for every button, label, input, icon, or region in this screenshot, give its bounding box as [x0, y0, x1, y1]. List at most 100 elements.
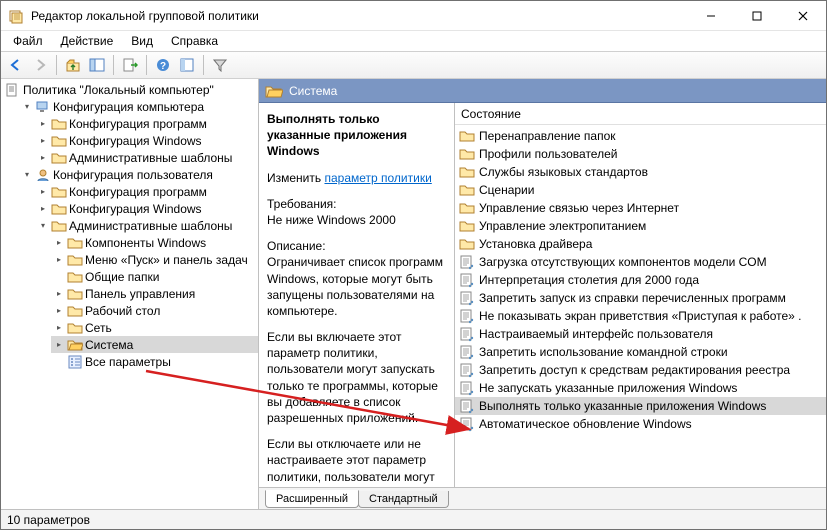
expander-icon[interactable]: ▸	[53, 305, 65, 317]
help-button[interactable]: ?	[152, 54, 174, 76]
list-item[interactable]: Службы языковых стандартов	[455, 163, 826, 181]
tree-user-admin[interactable]: ▾Административные шаблоны	[35, 217, 258, 234]
setting-icon	[459, 380, 475, 396]
menu-view[interactable]: Вид	[123, 32, 161, 50]
list-item-label: Интерпретация столетия для 2000 года	[479, 273, 699, 287]
expander-icon[interactable]: ▸	[37, 118, 49, 130]
expander-icon[interactable]: ▸	[37, 135, 49, 147]
tree-comp-admin[interactable]: ▸ Административные шаблоны	[35, 149, 258, 166]
setting-icon	[459, 326, 475, 342]
list-item[interactable]: Запретить использование командной строки	[455, 343, 826, 361]
list-item[interactable]: Управление связью через Интернет	[455, 199, 826, 217]
tree-comp-programs[interactable]: ▸ Конфигурация программ	[35, 115, 258, 132]
tree-label: Сеть	[85, 321, 112, 335]
tab-extended[interactable]: Расширенный	[265, 490, 359, 508]
tree-label: Конфигурация Windows	[69, 202, 202, 216]
expander-icon[interactable]: ▾	[37, 220, 49, 232]
export-button[interactable]	[119, 54, 141, 76]
list-item[interactable]: Не запускать указанные приложения Window…	[455, 379, 826, 397]
minimize-button[interactable]	[688, 1, 734, 31]
tree-shared-folders[interactable]: Общие папки	[51, 268, 258, 285]
options-button[interactable]	[176, 54, 198, 76]
filter-button[interactable]	[209, 54, 231, 76]
tree-user-windows[interactable]: ▸ Конфигурация Windows	[35, 200, 258, 217]
folder-icon	[51, 116, 67, 132]
list-item[interactable]: Запретить запуск из справки перечисленны…	[455, 289, 826, 307]
tree-label: Административные шаблоны	[69, 151, 232, 165]
description-pane: Выполнять только указанные приложения Wi…	[259, 103, 455, 487]
tree-network[interactable]: ▸ Сеть	[51, 319, 258, 336]
list-item[interactable]: Сценарии	[455, 181, 826, 199]
tree-computer-configuration[interactable]: ▾ Конфигурация компьютера	[19, 98, 258, 115]
folder-icon	[67, 252, 83, 268]
expander-icon[interactable]: ▾	[21, 169, 33, 181]
tree-label: Система	[85, 338, 133, 352]
list-item[interactable]: Профили пользователей	[455, 145, 826, 163]
menu-action[interactable]: Действие	[53, 32, 122, 50]
back-button[interactable]	[5, 54, 27, 76]
content-pane: Система Выполнять только указанные прило…	[259, 79, 826, 509]
settings-list-icon	[67, 354, 83, 370]
folder-icon	[459, 182, 475, 198]
expander-icon[interactable]: ▸	[53, 254, 65, 266]
list-item-label: Выполнять только указанные приложения Wi…	[479, 399, 766, 413]
tree-desktop[interactable]: ▸Рабочий стол	[51, 302, 258, 319]
tree-all-settings[interactable]: Все параметры	[51, 353, 258, 370]
tree-label: Конфигурация программ	[69, 185, 207, 199]
folder-icon	[67, 235, 83, 251]
expander-icon[interactable]: ▸	[37, 203, 49, 215]
policy-title: Выполнять только указанные приложения Wi…	[267, 111, 444, 160]
description-label: Описание:	[267, 238, 444, 254]
expander-icon[interactable]: ▾	[21, 101, 33, 113]
tree-pane[interactable]: Политика "Локальный компьютер" ▾ Конфигу…	[1, 79, 259, 509]
expander-icon[interactable]: ▸	[37, 152, 49, 164]
list-pane[interactable]: Состояние Перенаправление папокПрофили п…	[455, 103, 826, 487]
list-item[interactable]: Управление электропитанием	[455, 217, 826, 235]
show-hide-tree-button[interactable]	[86, 54, 108, 76]
forward-button[interactable]	[29, 54, 51, 76]
list-item[interactable]: Настраиваемый интерфейс пользователя	[455, 325, 826, 343]
list-item[interactable]: Запретить доступ к средствам редактирова…	[455, 361, 826, 379]
status-bar: 10 параметров	[1, 509, 826, 529]
expander-icon[interactable]: ▸	[53, 237, 65, 249]
tree-label: Панель управления	[85, 287, 195, 301]
toolbar: ?	[1, 51, 826, 79]
maximize-button[interactable]	[734, 1, 780, 31]
expander-icon[interactable]: ▸	[53, 339, 65, 351]
folder-icon	[51, 133, 67, 149]
list-item[interactable]: Перенаправление папок	[455, 127, 826, 145]
list-item[interactable]: Автоматическое обновление Windows	[455, 415, 826, 433]
edit-policy-link[interactable]: параметр политики	[324, 171, 431, 185]
list-item[interactable]: Установка драйвера	[455, 235, 826, 253]
tree-control-panel[interactable]: ▸ Панель управления	[51, 285, 258, 302]
view-tabs: Расширенный Стандартный	[259, 487, 826, 509]
close-button[interactable]	[780, 1, 826, 31]
list-item[interactable]: Выполнять только указанные приложения Wi…	[455, 397, 826, 415]
tree-comp-windows[interactable]: ▸Конфигурация Windows	[35, 132, 258, 149]
edit-line: Изменить параметр политики	[267, 170, 444, 186]
folder-icon	[459, 164, 475, 180]
tree-root[interactable]: Политика "Локальный компьютер"	[3, 81, 258, 98]
up-button[interactable]	[62, 54, 84, 76]
folder-icon	[67, 303, 83, 319]
expander-icon[interactable]: ▸	[53, 322, 65, 334]
list-header-state[interactable]: Состояние	[455, 103, 826, 125]
list-item-label: Запретить доступ к средствам редактирова…	[479, 363, 790, 377]
setting-icon	[459, 308, 475, 324]
tree-user-programs[interactable]: ▸ Конфигурация программ	[35, 183, 258, 200]
list-item-label: Службы языковых стандартов	[479, 165, 648, 179]
list-item[interactable]: Не показывать экран приветствия «Приступ…	[455, 307, 826, 325]
tree-system[interactable]: ▸ Система	[51, 336, 258, 353]
list-item[interactable]: Загрузка отсутствующих компонентов модел…	[455, 253, 826, 271]
expander-icon[interactable]: ▸	[53, 288, 65, 300]
list-item[interactable]: Интерпретация столетия для 2000 года	[455, 271, 826, 289]
menu-file[interactable]: Файл	[5, 32, 51, 50]
expander-icon[interactable]: ▸	[37, 186, 49, 198]
tab-standard[interactable]: Стандартный	[358, 491, 449, 508]
tree-startmenu[interactable]: ▸Меню «Пуск» и панель задач	[51, 251, 258, 268]
tree-user-configuration[interactable]: ▾ Конфигурация пользователя	[19, 166, 258, 183]
tree-components-windows[interactable]: ▸Компоненты Windows	[51, 234, 258, 251]
menu-help[interactable]: Справка	[163, 32, 226, 50]
tree-label: Конфигурация программ	[69, 117, 207, 131]
folder-icon	[459, 128, 475, 144]
